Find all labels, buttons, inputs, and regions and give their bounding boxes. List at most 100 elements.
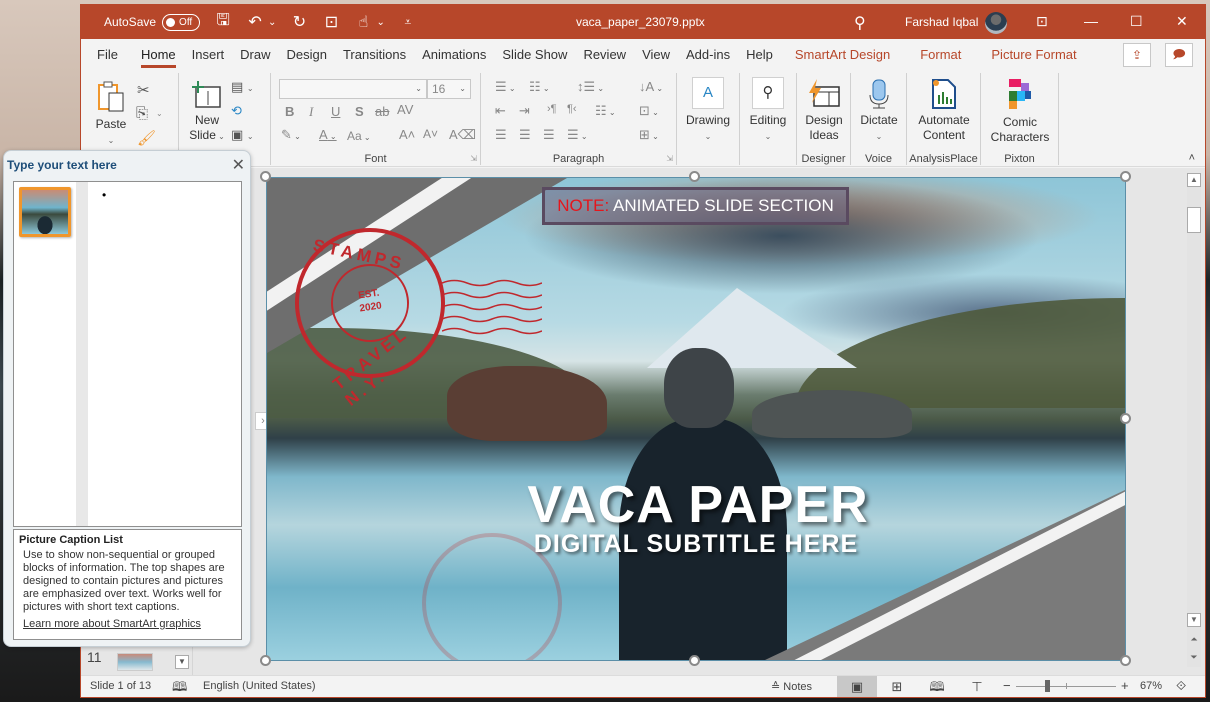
line-spacing-icon[interactable]: ↕☰ ⌄ (577, 79, 604, 95)
layout-icon[interactable]: ▤ ⌄ (231, 79, 254, 95)
resize-handle-r[interactable] (1120, 413, 1131, 424)
font-color-icon[interactable]: A ⌄ (319, 127, 337, 142)
font-name-dropdown[interactable]: ⌄ (279, 79, 427, 99)
paste-button[interactable]: Paste ⌄ (91, 81, 131, 148)
font-dialog-launcher[interactable]: ⇲ (470, 154, 477, 163)
resize-handle-bl[interactable] (260, 655, 271, 666)
align-left-icon[interactable]: ☰ (495, 127, 507, 143)
copy-dropdown-icon[interactable]: ⌄ (156, 109, 163, 118)
slide-thumbnail[interactable] (117, 653, 153, 671)
bullets-icon[interactable]: ☰ ⌄ (495, 79, 516, 95)
learn-more-link[interactable]: Learn more about SmartArt graphics (19, 618, 236, 630)
slide-canvas[interactable]: STAMPS TRAVEL N.Y. EST. 2020 NOTE: ANIMAT… (266, 177, 1126, 661)
ribbon-display-icon[interactable]: ⊡ (1036, 13, 1048, 30)
automate-content-button[interactable]: Automate Content (911, 79, 977, 143)
italic-button[interactable]: I (309, 104, 313, 120)
scroll-up-button[interactable]: ▲ (1187, 173, 1201, 187)
tab-home[interactable]: Home (133, 39, 184, 71)
tab-picture-format[interactable]: Picture Format (983, 39, 1084, 71)
comments-button[interactable]: 🗩 (1165, 43, 1193, 67)
strikethrough-button[interactable]: ab (375, 104, 389, 119)
tab-insert[interactable]: Insert (184, 39, 233, 71)
resize-handle-tr[interactable] (1120, 171, 1131, 182)
autosave-toggle[interactable]: Off (162, 13, 201, 31)
decrease-font-icon[interactable]: A˅ (423, 127, 438, 141)
normal-view-button[interactable]: ▣ (837, 676, 877, 697)
editing-button[interactable]: ⚲ Editing ⌄ (744, 77, 792, 144)
user-name[interactable]: Farshad Iqbal (905, 15, 978, 29)
avatar[interactable] (985, 12, 1007, 34)
text-pane-list[interactable]: • (13, 181, 242, 527)
new-slide-button[interactable]: New Slide ⌄ (187, 81, 227, 144)
scroll-thumb[interactable] (1187, 207, 1201, 233)
numbering-icon[interactable]: ☷ ⌄ (529, 79, 550, 95)
dictate-button[interactable]: Dictate ⌄ (855, 79, 903, 144)
tab-transitions[interactable]: Transitions (335, 39, 414, 71)
tab-review[interactable]: Review (575, 39, 634, 71)
slide-subtitle[interactable]: DIGITAL SUBTITLE HERE (267, 530, 1125, 558)
zoom-level[interactable]: 67% (1140, 680, 1162, 692)
font-size-dropdown[interactable]: 16 ⌄ (427, 79, 471, 99)
drawing-button[interactable]: A Drawing ⌄ (683, 77, 733, 144)
minimize-icon[interactable]: — (1084, 13, 1098, 29)
tab-smartart-design[interactable]: SmartArt Design (787, 39, 898, 71)
ltr-icon[interactable]: ›¶ (547, 103, 557, 115)
align-right-icon[interactable]: ☰ (543, 127, 555, 143)
undo-icon[interactable]: ↶ (246, 12, 264, 32)
tab-animations[interactable]: Animations (414, 39, 494, 71)
tab-view[interactable]: View (634, 39, 678, 71)
slideshow-view-button[interactable]: ⊤ (957, 676, 997, 697)
tab-slide-show[interactable]: Slide Show (494, 39, 575, 71)
save-icon[interactable]: 🖫 (214, 9, 232, 36)
slide-sorter-button[interactable]: ⊞ (877, 676, 917, 697)
share-button[interactable]: ⇪ (1123, 43, 1151, 67)
resize-handle-t[interactable] (689, 171, 700, 182)
tab-design[interactable]: Design (279, 39, 335, 71)
underline-button[interactable]: U (331, 104, 340, 119)
align-text-icon[interactable]: ⊡ ⌄ (639, 103, 659, 119)
zoom-slider-thumb[interactable] (1045, 680, 1050, 692)
close-icon[interactable]: ✕ (232, 155, 245, 175)
tab-file[interactable]: File (89, 39, 126, 71)
search-icon[interactable]: ⚲ (854, 13, 866, 33)
customize-toolbar-icon[interactable]: ⩡ (399, 15, 417, 30)
rtl-icon[interactable]: ¶‹ (567, 103, 577, 115)
fit-to-window-icon[interactable]: ⟐ (1176, 678, 1186, 694)
scroll-down-button[interactable]: ▼ (1187, 613, 1201, 627)
slide-title[interactable]: VACA PAPER (267, 478, 1125, 532)
reading-view-button[interactable]: 🕮 (917, 676, 957, 697)
paragraph-dialog-launcher[interactable]: ⇲ (666, 154, 673, 163)
design-ideas-button[interactable]: Design Ideas (799, 79, 849, 143)
resize-handle-br[interactable] (1120, 655, 1131, 666)
touch-mode-icon[interactable]: ☝ (354, 12, 372, 32)
bullet-item[interactable]: • (102, 188, 106, 202)
thumbnail-scroll-down[interactable]: ▼ (175, 655, 189, 669)
resize-handle-tl[interactable] (260, 171, 271, 182)
accessibility-icon[interactable]: 🕮 (172, 678, 187, 697)
tab-format[interactable]: Format (912, 39, 969, 71)
picture-placeholder[interactable] (19, 187, 71, 237)
present-icon[interactable]: ⊡ (322, 12, 340, 32)
next-slide-icon[interactable]: ⏷ (1187, 652, 1201, 663)
shadow-button[interactable]: S (355, 104, 364, 119)
previous-slide-icon[interactable]: ⏶ (1187, 634, 1201, 645)
zoom-out-button[interactable]: − (1003, 678, 1011, 693)
comic-characters-button[interactable]: Comic Characters (985, 79, 1055, 145)
maximize-icon[interactable]: ☐ (1130, 13, 1143, 30)
notes-button[interactable]: ≙ Notes (771, 680, 812, 693)
language-indicator[interactable]: English (United States) (203, 680, 316, 692)
smartart-convert-icon[interactable]: ⊞ ⌄ (639, 127, 659, 143)
format-painter-icon[interactable]: 🖌 (137, 129, 156, 147)
change-case-button[interactable]: Aa ⌄ (347, 129, 371, 143)
columns-icon[interactable]: ☷ ⌄ (595, 103, 616, 119)
zoom-in-button[interactable]: + (1121, 678, 1129, 693)
tab-help[interactable]: Help (738, 39, 781, 71)
copy-icon[interactable]: ⎘ (136, 105, 148, 122)
clear-formatting-icon[interactable]: A⌫ (449, 127, 476, 143)
character-spacing-button[interactable]: AV (397, 102, 413, 117)
slide-counter[interactable]: Slide 1 of 13 (90, 680, 151, 692)
justify-icon[interactable]: ☰ ⌄ (567, 127, 588, 143)
collapse-ribbon-icon[interactable]: ˄ (1189, 152, 1195, 164)
section-icon[interactable]: ▣ ⌄ (231, 127, 254, 143)
tab-add-ins[interactable]: Add-ins (678, 39, 738, 71)
